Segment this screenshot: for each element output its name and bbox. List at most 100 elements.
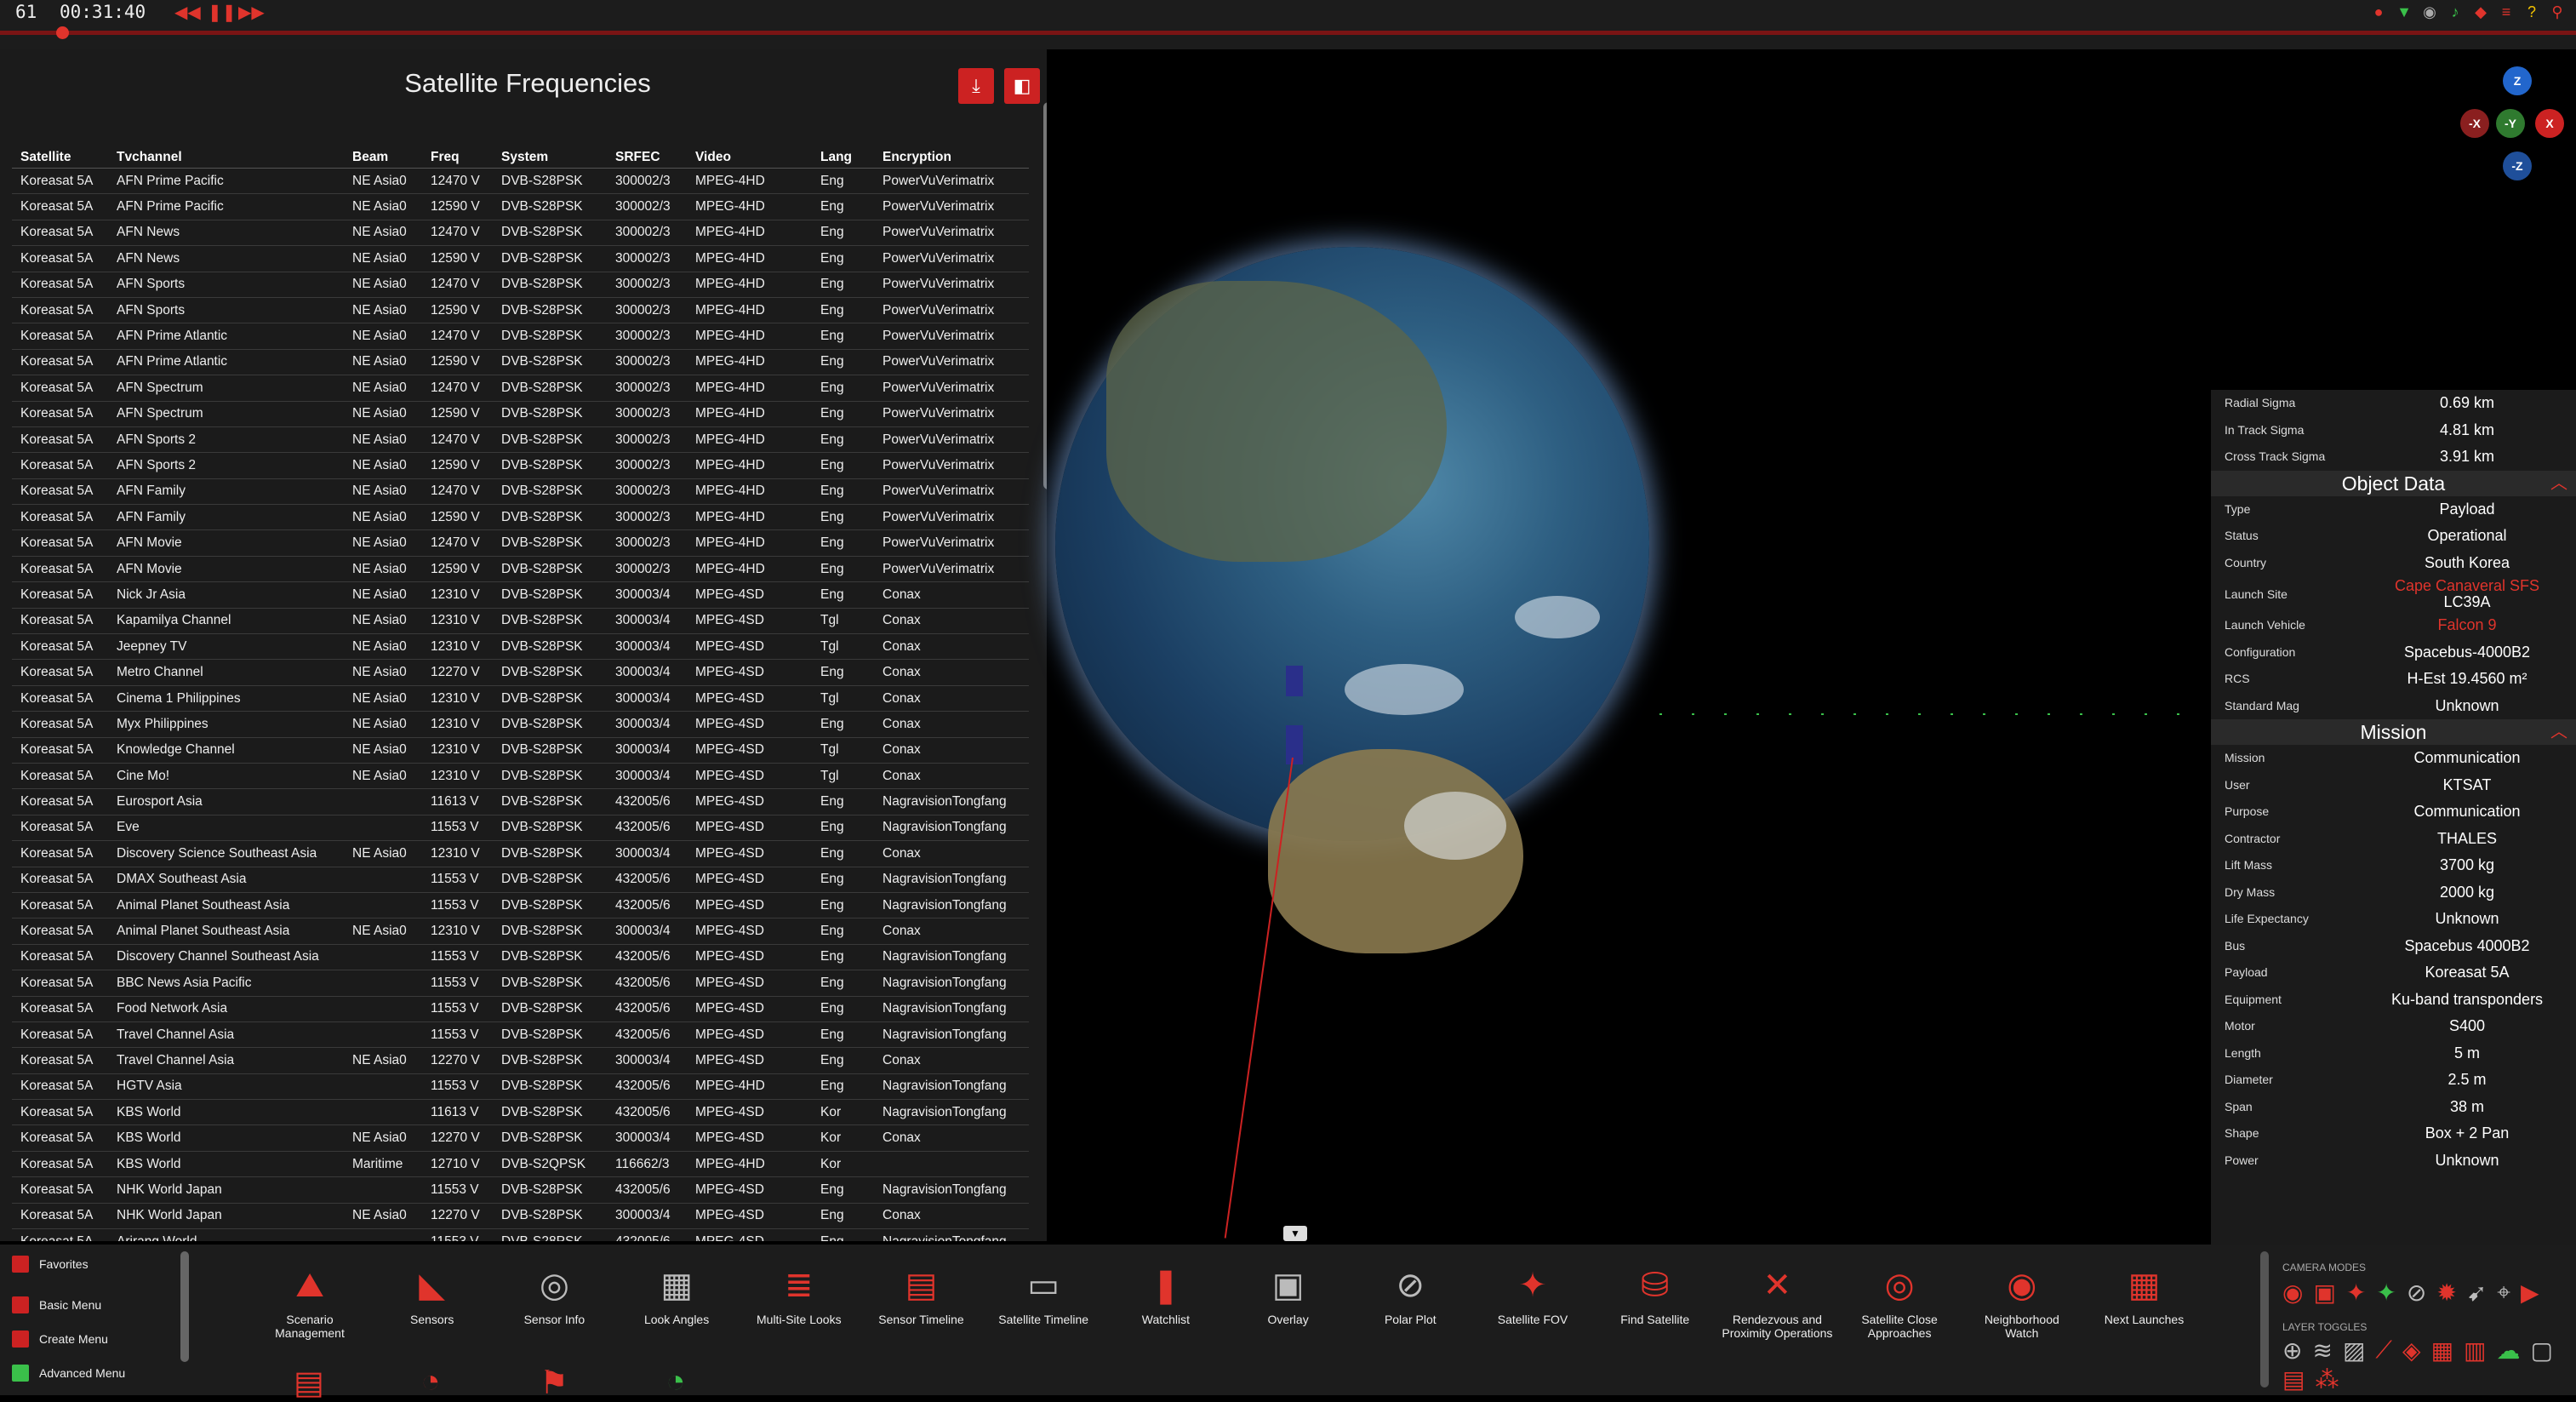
info-label: Dry Mass <box>2225 884 2276 899</box>
axis-z[interactable]: Z <box>2503 66 2532 95</box>
chart-layer-icon[interactable]: ⟋ <box>2375 1336 2392 1365</box>
tool-button[interactable]: ◎ Sensor Info <box>494 1263 614 1326</box>
info-label: Contractor <box>2225 831 2281 845</box>
axis-negx[interactable]: -X <box>2460 109 2489 138</box>
image-layer-icon[interactable]: ▨ <box>2343 1336 2365 1365</box>
tool-label: Neighborhood Watch <box>1984 1313 2059 1340</box>
info-value: Communication <box>2413 749 2521 767</box>
target-icon[interactable]: ✹ <box>2436 1279 2456 1307</box>
tool-button[interactable]: ≣ Multi-Site Looks <box>740 1263 859 1326</box>
tool-button[interactable]: ◎ Satellite Close Approaches <box>1840 1263 1959 1340</box>
camera-mode-icons: ◉ ▣ ✦ ✦ ⊘ ✹ ➹ ⌖ ▶ <box>2282 1279 2539 1307</box>
tool-label: Sensors <box>410 1313 454 1326</box>
satellite-green-icon[interactable]: ✦ <box>2376 1279 2396 1307</box>
shield-layer-icon[interactable]: ◈ <box>2402 1336 2421 1365</box>
menu-item[interactable]: Advanced Menu <box>12 1360 125 1386</box>
tool-label: Sensor Info <box>523 1313 585 1326</box>
info-value[interactable]: Falcon 9 <box>2369 617 2565 633</box>
menu-item-icon <box>12 1296 29 1313</box>
tool-label: Polar Plot <box>1384 1313 1437 1326</box>
calendar-icon[interactable]: ▤ <box>287 1364 331 1401</box>
box-layer-icon[interactable]: ▢ <box>2531 1336 2553 1365</box>
info-label: Life Expectancy <box>2225 912 2309 926</box>
satellite-dish-icon[interactable]: ◔ <box>654 1364 698 1399</box>
tool-button[interactable]: ▣ Overlay <box>1229 1263 1348 1326</box>
tool-button[interactable]: ◣ Sensors <box>373 1263 492 1326</box>
info-value: Unknown <box>2435 1151 2499 1169</box>
document-icon: ▭ <box>1027 1267 1060 1304</box>
tool-button[interactable]: ▦ Next Launches <box>2085 1263 2204 1326</box>
rocket-icon[interactable]: ➹ <box>2467 1279 2487 1307</box>
tool-button[interactable]: ⊘ Polar Plot <box>1351 1263 1470 1326</box>
tool-label: Rendezvous and Proximity Operations <box>1722 1313 1833 1340</box>
mission-header[interactable]: Mission ︿ <box>2211 719 2576 745</box>
info-row: Contractor THALES <box>2211 826 2576 853</box>
globe-layer-icon[interactable]: ⊕ <box>2282 1336 2302 1365</box>
info-row: Power Unknown <box>2211 1147 2576 1175</box>
video-icon[interactable]: ▶ <box>2521 1279 2539 1307</box>
object-data-header[interactable]: Object Data ︿ <box>2211 470 2576 496</box>
menu-item[interactable]: Basic Menu <box>12 1292 101 1318</box>
info-row: Span 38 m <box>2211 1094 2576 1121</box>
caret-down-icon: ▼ <box>1290 1227 1300 1239</box>
menu-item[interactable]: Favorites <box>12 1251 89 1277</box>
info-label: Payload <box>2225 965 2268 980</box>
info-value: 3700 kg <box>2439 856 2495 874</box>
info-row: Type Payload <box>2211 496 2576 524</box>
info-value: S400 <box>2448 1017 2486 1035</box>
info-row: Diameter 2.5 m <box>2211 1067 2576 1094</box>
tool-button[interactable]: ✦ Satellite FOV <box>1473 1263 1592 1326</box>
info-value: Payload <box>2439 500 2495 518</box>
map-camera-icon[interactable]: ▣ <box>2313 1279 2335 1307</box>
globe-camera-icon[interactable]: ◉ <box>2282 1279 2303 1307</box>
info-row: Shape Box + 2 Pan <box>2211 1120 2576 1147</box>
tool-button[interactable]: ⛁ Find Satellite <box>1596 1263 1715 1326</box>
database-search-icon: ⛁ <box>1640 1267 1670 1304</box>
flag-icon[interactable]: ⚑ <box>532 1364 576 1401</box>
satellite-marker[interactable] <box>1286 725 1303 764</box>
tool-button[interactable]: ✕ Rendezvous and Proximity Operations <box>1717 1263 1836 1340</box>
satellite-marker[interactable] <box>1286 666 1303 696</box>
tool-button[interactable]: ▤ Sensor Timeline <box>862 1263 981 1326</box>
axis-negz[interactable]: -Z <box>2503 152 2532 180</box>
tool-label: Look Angles <box>643 1313 710 1326</box>
stack-layer-icon[interactable]: ▥ <box>2464 1336 2486 1365</box>
axis-x[interactable]: X <box>2535 109 2564 138</box>
grid-layer-icon[interactable]: ▦ <box>2431 1336 2453 1365</box>
tool-button[interactable]: ◉ Neighborhood Watch <box>1962 1263 2082 1340</box>
menu-scrollbar[interactable] <box>180 1251 189 1362</box>
info-label: RCS <box>2225 672 2250 686</box>
info-row: RCS H-Est 19.4560 m² <box>2211 666 2576 693</box>
menu-item-icon <box>12 1365 29 1382</box>
tool-button[interactable]: ⛰ Scenario Management <box>250 1263 369 1341</box>
bottom-toolbar: Favorites Basic Menu Create Menu Advanced M… <box>0 1245 2576 1401</box>
chevron-up-icon[interactable]: ︿ <box>2550 471 2567 496</box>
info-label: Power <box>2225 1153 2259 1167</box>
info-value[interactable]: Cape Canaveral SFS LC39A <box>2369 578 2565 610</box>
object-data-section: Type Payload Status Operational Country South… <box>2211 496 2576 720</box>
wifi-layer-icon[interactable]: ≋ <box>2312 1336 2332 1365</box>
tool-button[interactable]: ❚ Watchlist <box>1106 1263 1225 1326</box>
expand-bottom-button[interactable]: ▼ <box>1283 1226 1307 1241</box>
nodes-layer-icon[interactable]: ⁂ <box>2315 1365 2339 1393</box>
info-label: Country <box>2225 555 2267 569</box>
rows-layer-icon[interactable]: ▤ <box>2282 1365 2305 1393</box>
cloud <box>1515 596 1600 638</box>
calendar-icon: ▦ <box>2128 1267 2161 1304</box>
satellite-camera-icon[interactable]: ✦ <box>2346 1279 2366 1307</box>
telescope-icon[interactable]: ⌖ <box>2497 1279 2510 1307</box>
section-title: Object Data <box>2341 472 2446 495</box>
dish-icon[interactable]: ◔ <box>408 1364 453 1399</box>
info-value-link[interactable]: Cape Canaveral SFS <box>2369 578 2565 594</box>
globe-viewport[interactable]: ▼ Z -X -Y X -Z <box>0 0 2576 1245</box>
menu-item[interactable]: Create Menu <box>12 1326 108 1352</box>
chevron-up-icon[interactable]: ︿ <box>2550 719 2567 745</box>
cloud-layer-icon[interactable]: ☁ <box>2497 1336 2521 1365</box>
compass-icon[interactable]: ⊘ <box>2407 1279 2426 1307</box>
info-value: 5 m <box>2453 1044 2480 1062</box>
axis-negy[interactable]: -Y <box>2496 109 2525 138</box>
tool-label: Next Launches <box>2104 1313 2185 1326</box>
tool-button[interactable]: ▦ Look Angles <box>617 1263 736 1326</box>
tool-button[interactable]: ▭ Satellite Timeline <box>984 1263 1103 1326</box>
section-title: Mission <box>2360 721 2427 743</box>
